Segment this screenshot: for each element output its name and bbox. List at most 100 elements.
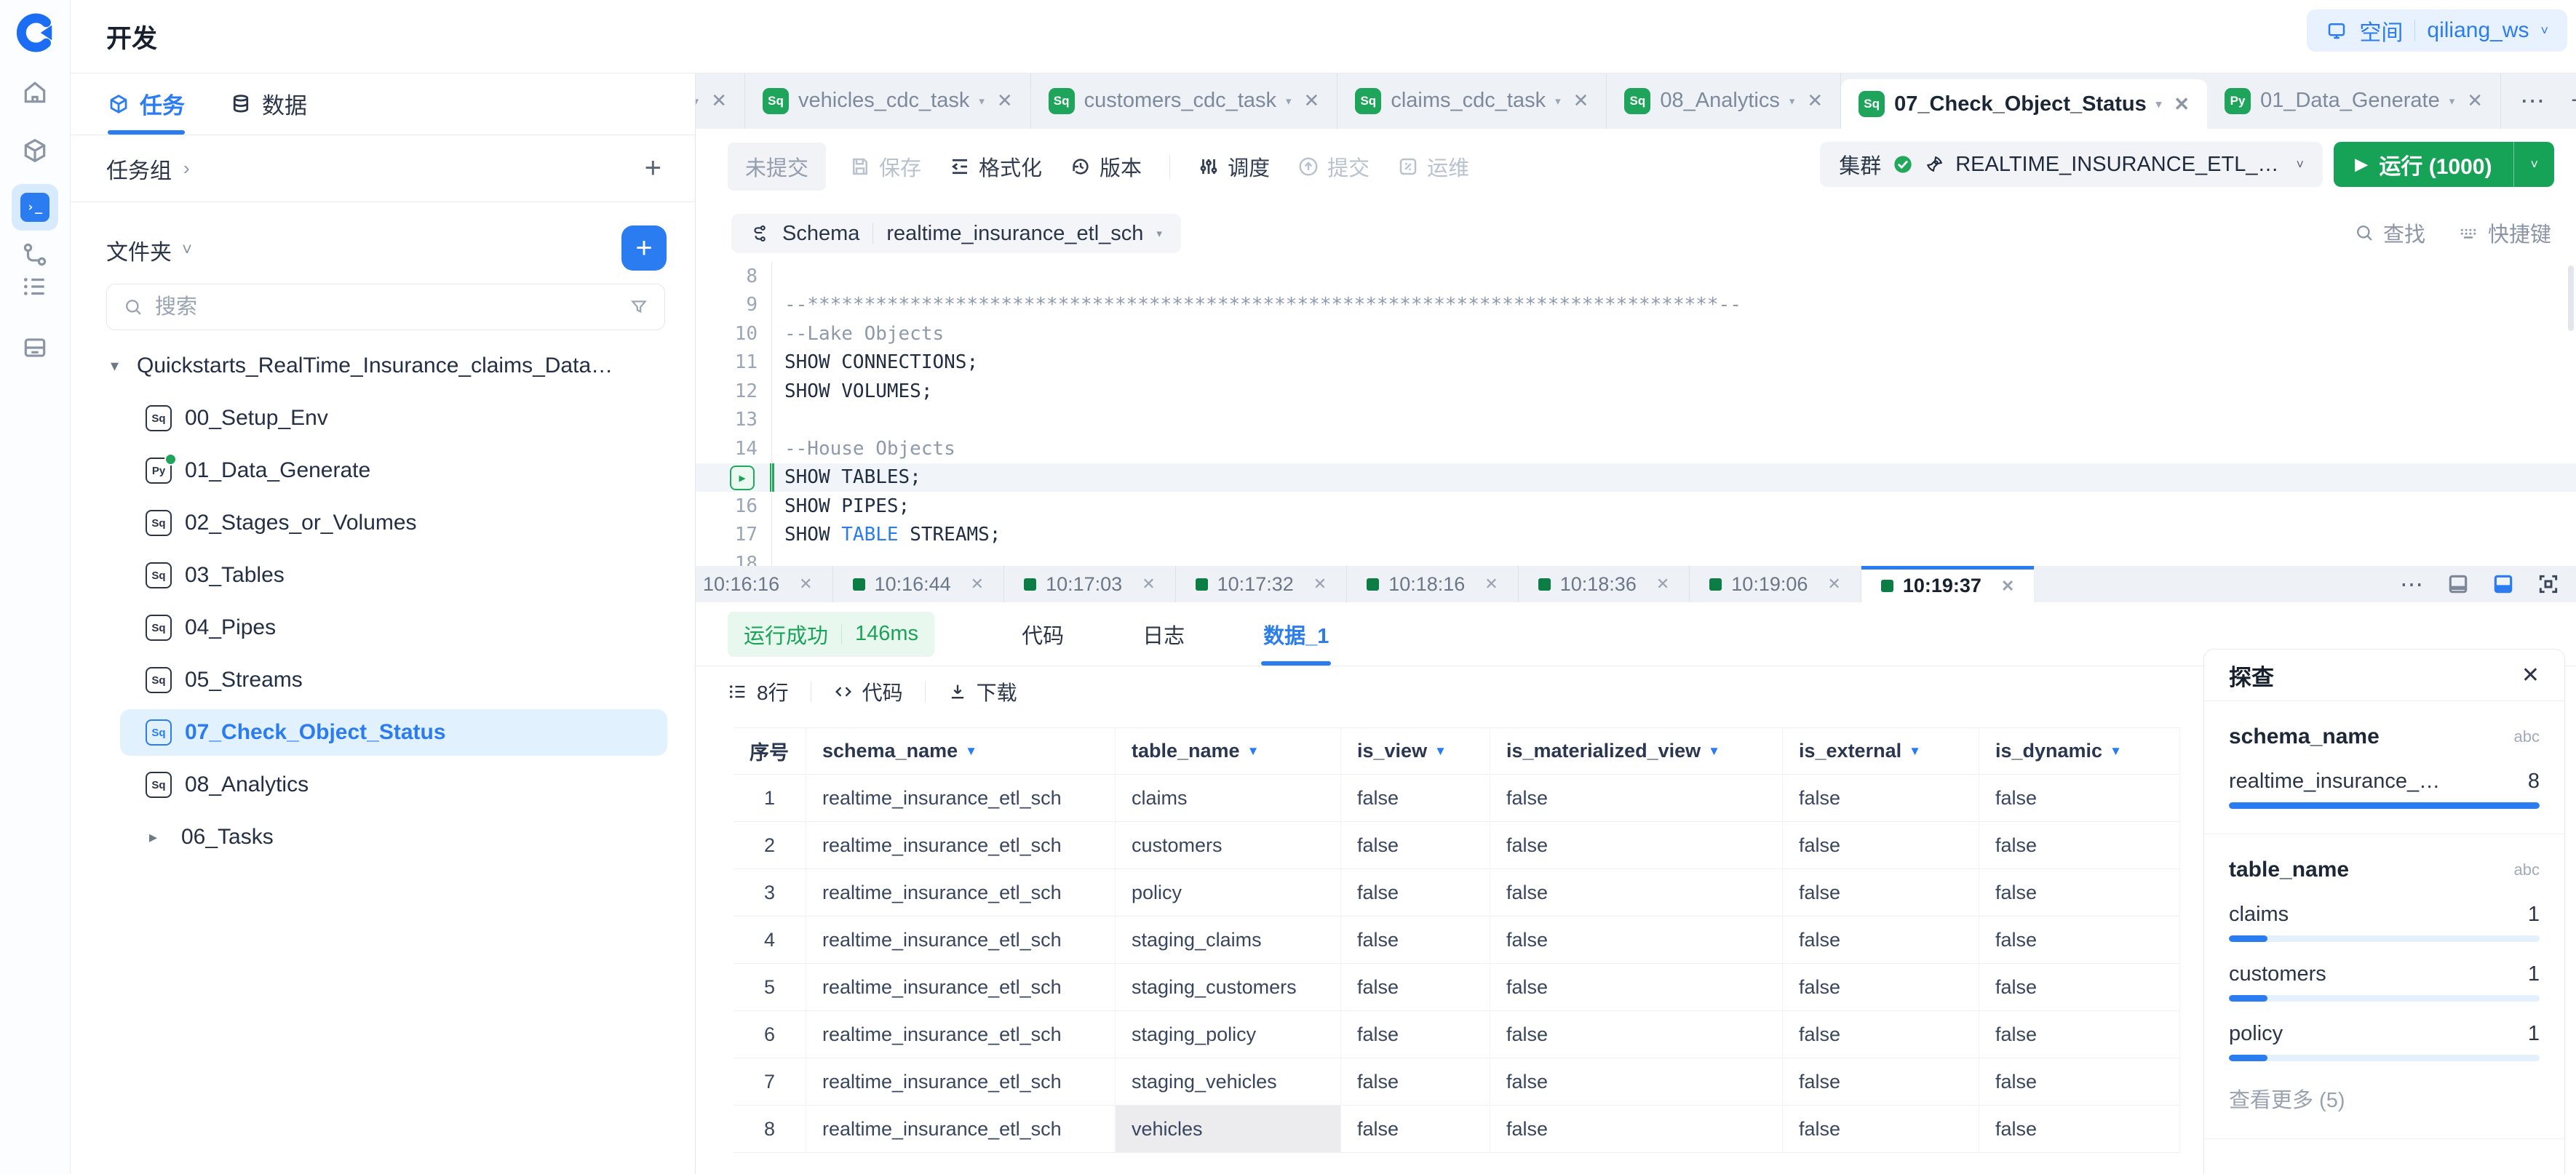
table-cell[interactable]: false <box>1341 869 1490 917</box>
table-cell[interactable]: false <box>1490 1106 1783 1153</box>
result-tab[interactable]: 10:19:06✕ <box>1690 566 1861 602</box>
table-cell[interactable]: false <box>1783 869 1979 917</box>
table-cell[interactable]: false <box>1490 775 1783 822</box>
table-cell[interactable]: 8 <box>734 1106 806 1153</box>
tree-item[interactable]: Py01_Data_Generate <box>70 444 695 497</box>
table-cell[interactable]: false <box>1979 1011 2180 1058</box>
cube-icon[interactable] <box>20 136 49 165</box>
editor-scrollbar[interactable] <box>2568 265 2574 331</box>
table-cell[interactable]: policy <box>1116 869 1341 917</box>
close-icon[interactable]: ✕ <box>997 89 1013 112</box>
editor-tab[interactable]: Sqcustomers_cdc_task▾✕ <box>1031 73 1338 129</box>
table-cell[interactable]: false <box>1783 1106 1979 1153</box>
close-icon[interactable]: ✕ <box>1484 575 1498 594</box>
table-cell[interactable]: vehicles <box>1116 1106 1341 1153</box>
tab-tasks[interactable]: 任务 <box>108 73 185 135</box>
tab-data[interactable]: 数据 <box>230 73 307 135</box>
table-cell[interactable]: false <box>1341 917 1490 964</box>
tree-item[interactable]: Sq02_Stages_or_Volumes <box>70 497 695 549</box>
table-cell[interactable]: staging_vehicles <box>1116 1058 1341 1106</box>
sort-icon[interactable]: ▼ <box>1247 744 1260 759</box>
storage-icon[interactable] <box>20 333 49 362</box>
format-button[interactable]: 格式化 <box>949 151 1042 182</box>
editor-tab[interactable]: Py01_Data_Generate▾✕ <box>2207 73 2501 129</box>
table-cell[interactable]: false <box>1341 1058 1490 1106</box>
filter-icon[interactable] <box>629 298 648 316</box>
close-icon[interactable]: ✕ <box>2521 663 2540 688</box>
result-tab[interactable]: 10:16:16✕ <box>695 566 833 602</box>
run-options-button[interactable]: ˅ <box>2514 142 2554 187</box>
task-group-row[interactable]: 任务组 › + <box>70 135 695 202</box>
table-cell[interactable]: realtime_insurance_etl_sch <box>806 1058 1116 1106</box>
table-cell[interactable]: staging_customers <box>1116 964 1341 1011</box>
editor-tab[interactable]: Sq07_Check_Object_Status▾✕ <box>1841 79 2207 129</box>
column-header[interactable]: 序号 <box>734 727 806 775</box>
schedule-button[interactable]: 调度 <box>1198 151 1270 182</box>
column-header[interactable]: is_external▼ <box>1783 727 1979 775</box>
tree-item[interactable]: Sq08_Analytics <box>70 759 695 811</box>
download-button[interactable]: 下载 <box>947 677 1017 706</box>
table-cell[interactable]: false <box>1341 1011 1490 1058</box>
column-header[interactable]: is_dynamic▼ <box>1979 727 2180 775</box>
result-tab[interactable]: 10:18:36✕ <box>1519 566 1690 602</box>
table-cell[interactable]: false <box>1979 869 2180 917</box>
editor-tab[interactable]: Sqvehicles_cdc_task▾✕ <box>745 73 1031 129</box>
table-cell[interactable]: false <box>1979 775 2180 822</box>
close-icon[interactable]: ✕ <box>1656 575 1669 594</box>
table-cell[interactable]: false <box>1783 964 1979 1011</box>
table-cell[interactable]: realtime_insurance_etl_sch <box>806 869 1116 917</box>
column-header[interactable]: is_materialized_view▼ <box>1490 727 1783 775</box>
explore-value[interactable]: policy1 <box>2229 1022 2540 1061</box>
view-code-button[interactable]: 代码 <box>833 677 903 706</box>
result-panel-tab[interactable]: 日志 <box>1142 602 1185 666</box>
view-more-link[interactable]: 查看更多 (5) <box>2229 1083 2540 1114</box>
sort-icon[interactable]: ▼ <box>1434 744 1447 759</box>
table-cell[interactable]: realtime_insurance_etl_sch <box>806 917 1116 964</box>
schema-selector[interactable]: Schema realtime_insurance_etl_sch ▾ <box>731 214 1181 253</box>
close-icon[interactable]: ✕ <box>2001 577 2014 596</box>
table-cell[interactable]: false <box>1341 822 1490 869</box>
result-tab[interactable]: 10:17:03✕ <box>1004 566 1176 602</box>
explore-value[interactable]: customers1 <box>2229 962 2540 1002</box>
search-input[interactable] <box>154 295 619 320</box>
layout-split-icon[interactable] <box>2492 572 2515 596</box>
close-icon[interactable]: ✕ <box>1827 575 1840 594</box>
tree-item[interactable]: Sq04_Pipes <box>70 602 695 654</box>
version-button[interactable]: 版本 <box>1070 151 1142 182</box>
table-cell[interactable]: 1 <box>734 775 806 822</box>
table-cell[interactable]: false <box>1783 822 1979 869</box>
close-icon[interactable]: ✕ <box>2467 89 2483 112</box>
fullscreen-icon[interactable] <box>2537 572 2560 596</box>
table-cell[interactable]: false <box>1979 1106 2180 1153</box>
editor-tab[interactable]: ▾✕ <box>695 73 745 129</box>
table-cell[interactable]: customers <box>1116 822 1341 869</box>
close-icon[interactable]: ✕ <box>1573 89 1589 112</box>
sidebar-item-develop[interactable]: ›_ <box>12 184 58 231</box>
result-panel-tab[interactable]: 数据_1 <box>1263 602 1329 666</box>
table-cell[interactable]: false <box>1783 1011 1979 1058</box>
table-cell[interactable]: false <box>1490 1011 1783 1058</box>
table-cell[interactable]: 4 <box>734 917 806 964</box>
close-icon[interactable]: ✕ <box>711 89 727 112</box>
close-icon[interactable]: ✕ <box>2174 93 2190 116</box>
more-tabs-icon[interactable]: ⋯ <box>2520 87 2545 116</box>
editor-tab[interactable]: Sq08_Analytics▾✕ <box>1607 73 1841 129</box>
table-cell[interactable]: 2 <box>734 822 806 869</box>
close-icon[interactable]: ✕ <box>799 575 812 594</box>
table-cell[interactable]: realtime_insurance_etl_sch <box>806 964 1116 1011</box>
table-cell[interactable]: realtime_insurance_etl_sch <box>806 1106 1116 1153</box>
run-button[interactable]: ▶ 运行 (1000) ˅ <box>2334 142 2555 187</box>
table-cell[interactable]: false <box>1341 964 1490 1011</box>
close-icon[interactable]: ✕ <box>1304 89 1320 112</box>
result-tab[interactable]: 10:16:44✕ <box>833 566 1005 602</box>
layout-editor-icon[interactable] <box>2446 572 2470 596</box>
table-cell[interactable]: false <box>1979 1058 2180 1106</box>
result-tab[interactable]: 10:19:37✕ <box>1861 566 2035 602</box>
add-file-button[interactable]: + <box>621 225 667 271</box>
close-icon[interactable]: ✕ <box>971 575 984 594</box>
table-cell[interactable]: realtime_insurance_etl_sch <box>806 775 1116 822</box>
table-cell[interactable]: realtime_insurance_etl_sch <box>806 1011 1116 1058</box>
table-cell[interactable]: staging_policy <box>1116 1011 1341 1058</box>
table-cell[interactable]: realtime_insurance_etl_sch <box>806 822 1116 869</box>
close-icon[interactable]: ✕ <box>1142 575 1155 594</box>
